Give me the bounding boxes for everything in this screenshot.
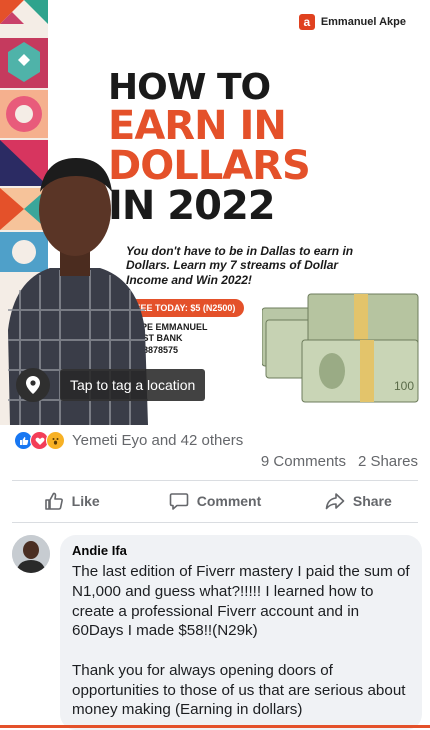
shares-count[interactable]: 2 Shares	[358, 453, 418, 470]
comments-count[interactable]: 9 Comments	[261, 453, 346, 470]
comment-button[interactable]: Comment	[143, 483, 286, 519]
share-label: Share	[352, 493, 392, 509]
post-image[interactable]: a Emmanuel Akpe HOW TO EARN IN DOLLARS I…	[0, 0, 430, 425]
brand: a Emmanuel Akpe	[298, 14, 406, 30]
brand-name: Emmanuel Akpe	[320, 16, 406, 28]
share-button[interactable]: Share	[287, 483, 430, 519]
like-label: Like	[71, 493, 100, 509]
share-arrow-icon	[325, 493, 345, 510]
promo-subtext: You don't have to be in Dallas to earn i…	[126, 244, 354, 287]
headline-line: EARN IN	[108, 103, 287, 149]
comment-label: Comment	[196, 493, 262, 509]
headline-line: HOW TO	[108, 67, 271, 108]
avatar[interactable]	[12, 535, 50, 573]
engagement-counts: 9 Comments 2 Shares	[261, 453, 418, 470]
location-pin-icon[interactable]	[16, 368, 50, 402]
reactions-summary[interactable]: Yemeti Eyo and 42 others	[14, 431, 243, 450]
thumbs-up-icon	[44, 492, 63, 510]
money-stack: 100	[262, 293, 419, 403]
comment-text: The last edition of Fiverr mastery I pai…	[72, 563, 410, 719]
tag-location-label[interactable]: Tap to tag a location	[60, 369, 206, 401]
svg-text:100: 100	[394, 379, 414, 393]
tag-location-prompt[interactable]: Tap to tag a location	[16, 368, 206, 402]
comment-bubble-icon	[169, 493, 189, 510]
comment-bubble[interactable]: Andie Ifa The last edition of Fiverr mas…	[60, 535, 422, 730]
divider	[12, 480, 418, 481]
comment-author[interactable]: Andie Ifa	[72, 543, 410, 558]
like-button[interactable]: Like	[0, 483, 143, 519]
wow-icon	[46, 431, 65, 450]
post-actions: Like Comment Share	[0, 483, 430, 519]
reactors-text[interactable]: Yemeti Eyo and 42 others	[72, 432, 243, 449]
brand-logo-icon: a	[298, 14, 315, 30]
divider	[12, 522, 418, 523]
